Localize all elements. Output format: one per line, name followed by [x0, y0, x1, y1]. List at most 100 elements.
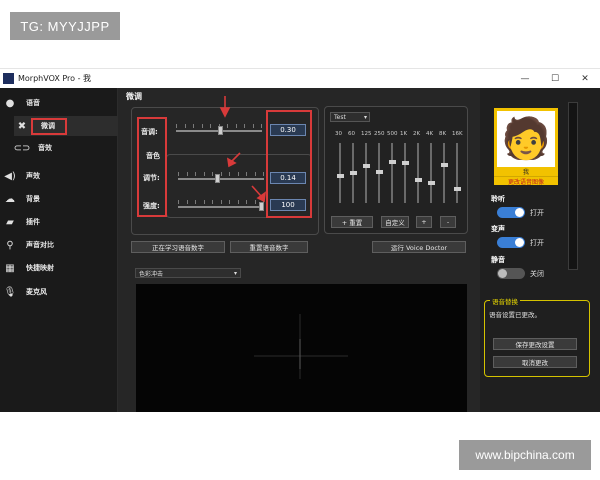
- eq-band-freq-label: 500: [387, 131, 398, 137]
- voice-change-title: 语音替换: [490, 296, 520, 306]
- annotation-values-box: [266, 110, 312, 218]
- eq-band-freq-label: 30: [335, 131, 342, 137]
- sidebar-item-label: 插件: [26, 218, 40, 226]
- sidebar-item-plugins[interactable]: ▰ 插件: [0, 214, 118, 230]
- pitch-slider-thumb[interactable]: [218, 126, 224, 135]
- eq-band-freq-label: 16K: [452, 131, 463, 137]
- eq-band-slider[interactable]: [417, 143, 419, 203]
- toggle-knob: [515, 238, 524, 247]
- sidebar-item-label: 语音: [26, 99, 40, 107]
- eq-band-thumb[interactable]: [336, 173, 344, 178]
- effects-icon: ⊂⊃: [13, 142, 31, 154]
- sidebar-item-hotkeys[interactable]: ▦ 快捷映射: [0, 260, 118, 276]
- sidebar-item-background[interactable]: ☁ 背景: [0, 191, 118, 207]
- sidebar-item-label: 背景: [26, 195, 40, 203]
- eq-custom-button[interactable]: 自定义: [381, 216, 409, 228]
- save-changes-button[interactable]: 保存更改设置: [493, 338, 577, 350]
- compare-icon: ⚲: [6, 239, 14, 251]
- eq-band-thumb[interactable]: [427, 181, 435, 186]
- eq-band-slider[interactable]: [456, 143, 458, 203]
- listen-state: 打开: [530, 209, 544, 217]
- visualizer-canvas: [136, 284, 467, 412]
- eq-band-thumb[interactable]: [401, 160, 409, 165]
- eq-band-thumb[interactable]: [349, 171, 357, 175]
- eq-band-freq-label: 60: [348, 131, 355, 137]
- eq-band-freq-label: 250: [374, 131, 385, 137]
- morph-label: 变声: [491, 225, 505, 233]
- listen-label: 聆听: [491, 195, 505, 203]
- eq-band-thumb[interactable]: [362, 164, 370, 169]
- cancel-changes-button[interactable]: 取消更改: [493, 356, 577, 368]
- eq-band-thumb[interactable]: [440, 163, 448, 168]
- equalizer-panel: [324, 106, 468, 234]
- avatar-face-icon: 🧑: [501, 116, 551, 162]
- eq-band-freq-label: 2K: [413, 131, 421, 137]
- tone-ticks: [178, 200, 264, 204]
- plugin-icon: ▰: [6, 216, 14, 228]
- timbre-group-label: 音色: [146, 152, 160, 160]
- sidebar-item-sounds[interactable]: ◀) 声效: [0, 168, 118, 184]
- strength-slider-thumb[interactable]: [215, 174, 221, 183]
- eq-band-slider[interactable]: [430, 143, 432, 203]
- voice-doctor-button[interactable]: 运行 Voice Doctor: [372, 241, 466, 253]
- chevron-down-icon: ▾: [233, 269, 237, 277]
- sidebar-item-label: 声音对比: [26, 241, 54, 249]
- speaker-icon: ◀): [4, 170, 16, 182]
- visualizer-waveform: [254, 314, 348, 379]
- annotation-highlight-tweak: [31, 118, 67, 135]
- toggle-knob: [515, 208, 524, 217]
- reset-learn-button[interactable]: 重置语音数字: [230, 241, 308, 253]
- sidebar-item-label: 麦克风: [26, 288, 47, 296]
- sidebar-item-label: 声效: [26, 172, 40, 180]
- eq-band-slider[interactable]: [443, 143, 445, 203]
- sidebar-item-voice[interactable]: ● 语音: [0, 95, 118, 111]
- maximize-icon[interactable]: ☐: [540, 69, 570, 89]
- eq-band-thumb[interactable]: [388, 159, 396, 164]
- tone-slider[interactable]: [178, 206, 264, 208]
- page-title: 微调: [126, 92, 142, 101]
- minimize-icon[interactable]: —: [510, 69, 540, 89]
- eq-band-thumb[interactable]: [414, 177, 422, 182]
- listen-toggle[interactable]: [497, 207, 525, 218]
- title-bar: MorphVOX Pro - 我 — ☐ ✕: [0, 68, 600, 88]
- eq-band-freq-label: 125: [361, 131, 372, 137]
- eq-band-thumb[interactable]: [453, 186, 461, 191]
- sidebar-item-compare[interactable]: ⚲ 声音对比: [0, 237, 118, 253]
- sidebar-item-microphone[interactable]: 🎙 麦克风: [0, 284, 118, 300]
- eq-band-slider[interactable]: [404, 143, 406, 203]
- eq-band-freq-label: 8K: [439, 131, 447, 137]
- close-icon[interactable]: ✕: [570, 69, 600, 89]
- strength-slider[interactable]: [178, 178, 264, 180]
- sidebar-item-effects[interactable]: ⊂⊃ 音效: [0, 140, 118, 156]
- mute-label: 静音: [491, 256, 505, 264]
- window-title: MorphVOX Pro - 我: [18, 74, 92, 83]
- morph-toggle[interactable]: [497, 237, 525, 248]
- eq-preset-select[interactable]: Test ▾: [330, 112, 370, 122]
- avatar-name: 我: [494, 167, 558, 176]
- eq-remove-button[interactable]: -: [440, 216, 456, 228]
- voice-icon: ●: [5, 97, 15, 109]
- watermark-bottom-right: www.bipchina.com: [459, 440, 591, 470]
- mute-toggle[interactable]: [497, 268, 525, 279]
- eq-add-button[interactable]: +: [416, 216, 432, 228]
- eq-band-slider[interactable]: [365, 143, 367, 203]
- change-avatar-link[interactable]: 更改语音图像: [494, 176, 558, 186]
- visualizer-mode-select[interactable]: 色彩冲击 ▾: [135, 268, 241, 278]
- pitch-label: 音调:: [141, 128, 158, 136]
- level-meter: [568, 102, 578, 270]
- tone-label: 强度:: [143, 202, 160, 210]
- window-controls: — ☐ ✕: [510, 69, 600, 89]
- tools-icon: ✖: [17, 120, 27, 132]
- eq-band-thumb[interactable]: [375, 169, 383, 174]
- eq-reset-button[interactable]: + 重置: [331, 216, 373, 228]
- tone-slider-thumb[interactable]: [259, 202, 264, 211]
- eq-band-freq-label: 1K: [400, 131, 408, 137]
- avatar[interactable]: 🧑: [497, 111, 555, 167]
- chevron-down-icon: ▾: [363, 113, 367, 121]
- keyboard-icon: ▦: [5, 262, 15, 274]
- eq-band-slider[interactable]: [391, 143, 393, 203]
- watermark-top-left: TG: MYYJJPP: [10, 12, 120, 40]
- mute-state: 关闭: [530, 270, 544, 278]
- learn-voice-button[interactable]: 正在学习语音数字: [131, 241, 225, 253]
- eq-band-freq-label: 4K: [426, 131, 434, 137]
